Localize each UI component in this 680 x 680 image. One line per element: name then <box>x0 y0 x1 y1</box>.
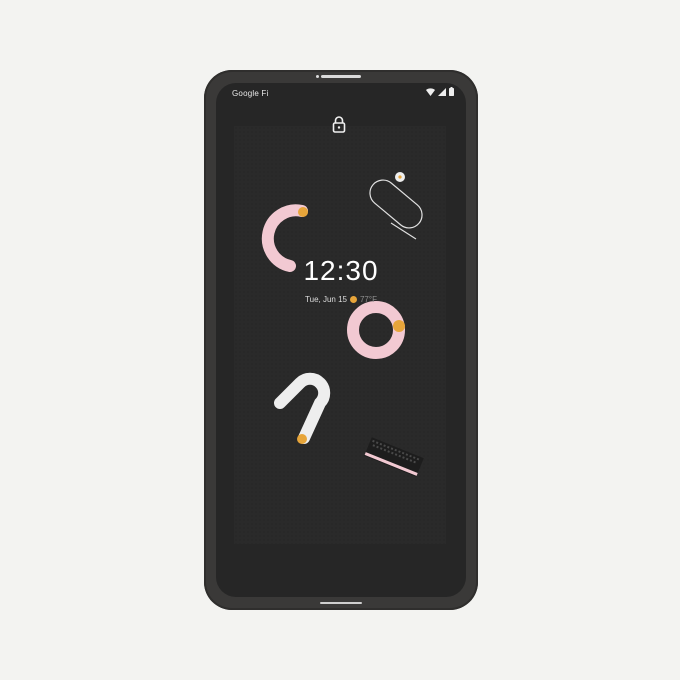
white-arch-shape <box>274 372 331 444</box>
front-camera <box>316 75 319 78</box>
striped-block-shape <box>364 437 424 477</box>
status-bar: Google Fi <box>232 87 454 101</box>
date-text: Tue, Jun 15 <box>305 295 347 304</box>
temperature-text: 77°F <box>359 295 377 304</box>
lock-screen-clock: 12:30 <box>303 255 379 286</box>
battery-icon <box>449 87 454 101</box>
earpiece-speaker <box>321 75 361 78</box>
pink-ring-shape <box>347 301 405 359</box>
signal-icon <box>438 87 446 101</box>
carrier-name: Google Fi <box>232 89 269 98</box>
stage: Google Fi 12:30 Tue, Jun 15 77°F <box>0 0 680 680</box>
status-icons <box>426 87 454 101</box>
navigation-handle[interactable] <box>320 602 362 604</box>
lock-icon <box>332 115 346 133</box>
sun-icon <box>349 296 357 303</box>
lock-screen[interactable]: Google Fi 12:30 Tue, Jun 15 77°F <box>216 83 466 597</box>
phone-frame: Google Fi 12:30 Tue, Jun 15 77°F <box>204 70 478 610</box>
wallpaper-shapes <box>261 172 424 477</box>
outline-line-shape <box>369 172 423 240</box>
date-weather-row[interactable]: Tue, Jun 15 77°F <box>216 295 466 304</box>
wifi-icon <box>426 87 435 101</box>
